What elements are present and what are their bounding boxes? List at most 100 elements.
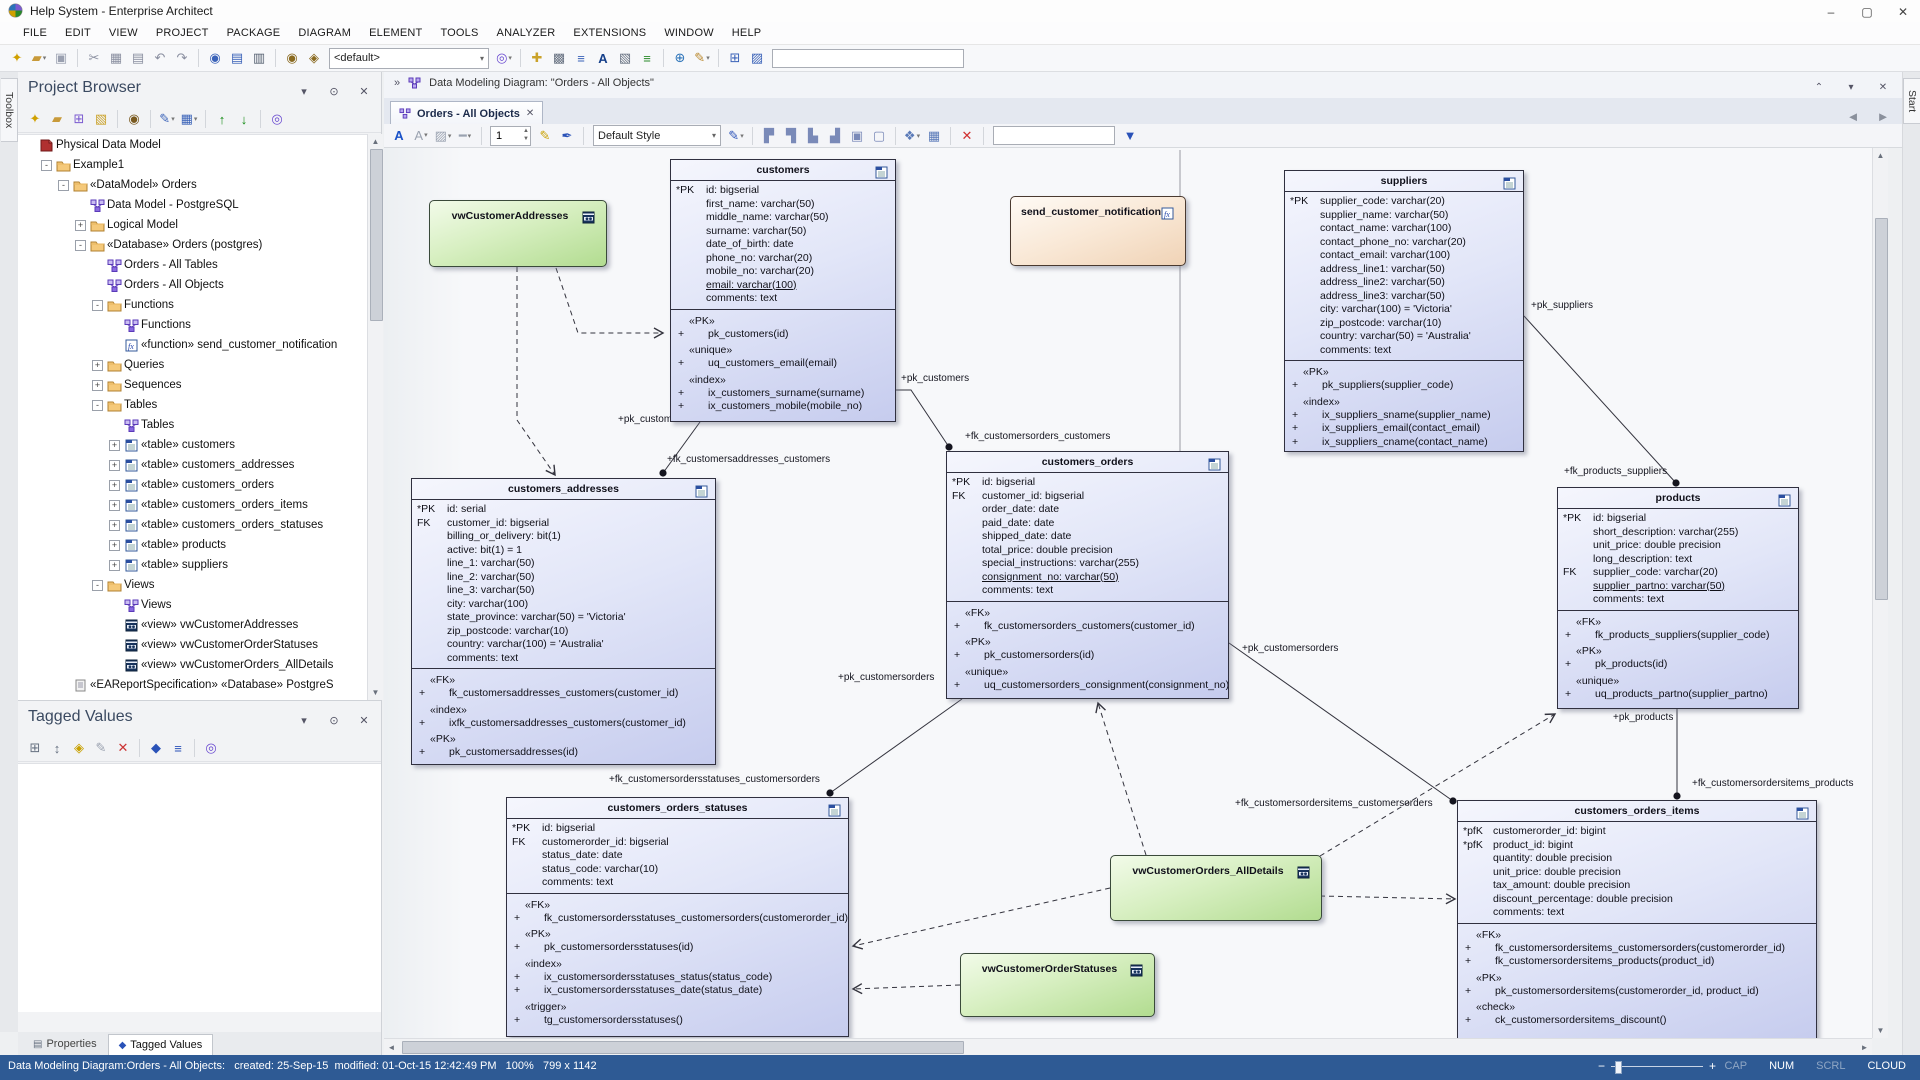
tree-item-sequences[interactable]: + Sequences (18, 375, 367, 395)
connector-label[interactable]: +fk_customersordersstatuses_customersord… (609, 774, 820, 785)
align-top-icon[interactable]: ▙ (803, 126, 823, 146)
entity-customers_orders_statuses[interactable]: customers_orders_statuses *PK id: bigseria… (506, 797, 849, 1037)
attribute-row[interactable]: country: varchar(100) = 'Australia' (412, 638, 712, 652)
tree-item-table-products[interactable]: + «table» products (18, 535, 367, 555)
operation-row[interactable]: + fk_products_suppliers(supplier_code) (1558, 629, 1796, 643)
connector-dep-vwCustomerAddresses-customers_addresses[interactable] (516, 267, 556, 477)
element-notes-icon[interactable]: ≡ (571, 48, 591, 68)
tree-item-database-orders-postgres[interactable]: - «Database» Orders (postgres) (18, 235, 367, 255)
attribute-row[interactable]: *PK supplier_code: varchar(20) (1285, 195, 1520, 209)
connector-fk_customersaddresses_customers[interactable] (659, 421, 701, 477)
tree-item-views[interactable]: Views (18, 595, 367, 615)
operation-row[interactable]: + ck_customersordersitems_discount() (1458, 1014, 1814, 1028)
tree-item-table-suppliers[interactable]: + «table» suppliers (18, 555, 367, 575)
connector-label[interactable]: +fk_customersordersitems_customersorders (1235, 798, 1433, 809)
search-project-icon[interactable]: ◉ (282, 48, 302, 68)
menu-window[interactable]: WINDOW (655, 24, 722, 42)
attribute-row[interactable]: status_code: varchar(10) (507, 863, 845, 877)
open-folder-icon[interactable]: ▰ ▾ (29, 48, 49, 68)
new-file-icon[interactable]: ✦ (7, 48, 27, 68)
entity-customers_orders[interactable]: customers_orders *PK id: bigserial FK custom… (946, 451, 1229, 699)
tag-blue-icon[interactable]: ◆ (146, 738, 166, 758)
attribute-row[interactable]: contact_name: varchar(100) (1285, 222, 1520, 236)
window-shade-icon[interactable]: ⌃ (1809, 77, 1829, 97)
redo-icon[interactable]: ↷ (172, 48, 192, 68)
operation-row[interactable]: + ix_suppliers_sname(supplier_name) (1285, 409, 1521, 423)
attribute-row[interactable]: contact_email: varchar(100) (1285, 249, 1520, 263)
expand-icon[interactable]: + (92, 379, 103, 391)
connector-label[interactable]: +pk_customers (901, 373, 969, 384)
element-grid-icon[interactable]: ▩ (549, 48, 569, 68)
diagram-properties-icon[interactable]: ▦ (924, 126, 944, 146)
copy-icon[interactable]: ▦ ▾ (179, 109, 199, 129)
delete-from-diagram-icon[interactable]: ✕ (957, 126, 977, 146)
operation-row[interactable]: + fk_customersordersitems_customersorders… (1458, 942, 1814, 956)
panel-close-icon[interactable]: ✕ (354, 710, 374, 730)
menu-element[interactable]: ELEMENT (360, 24, 431, 42)
menu-project[interactable]: PROJECT (147, 24, 218, 42)
operation-row[interactable]: + ix_suppliers_cname(contact_name) (1285, 436, 1521, 450)
connector-dep-vwCustomerOrders_AllDetails-customers_orders_items[interactable] (1319, 893, 1457, 905)
new-element-icon[interactable]: ✚ (527, 48, 547, 68)
menu-help[interactable]: HELP (723, 24, 771, 42)
package-properties-icon[interactable]: ▧ (615, 48, 635, 68)
operation-row[interactable]: + pk_suppliers(supplier_code) (1285, 379, 1521, 393)
new-package-icon[interactable]: ▰ (47, 109, 67, 129)
entity-customers_orders_items[interactable]: customers_orders_items *pfK customerorder_… (1457, 800, 1817, 1038)
attribute-row[interactable]: unit_price: double precision (1458, 866, 1813, 880)
tab-scroll-left-icon[interactable]: ◄ (1843, 106, 1863, 126)
operation-row[interactable]: + pk_customers(id) (671, 328, 893, 342)
auto-layout-icon[interactable]: ❖ ▾ (902, 126, 922, 146)
collapse-icon[interactable]: - (58, 179, 69, 191)
entity-customers_addresses[interactable]: customers_addresses *PK id: serial FK custom… (411, 478, 716, 765)
help-icon[interactable]: ◎ (267, 109, 287, 129)
attribute-row[interactable]: comments: text (1558, 593, 1795, 607)
attribute-row[interactable]: line_2: varchar(50) (412, 571, 712, 585)
edit-tag-icon[interactable]: ✎ (91, 738, 111, 758)
collapse-icon[interactable]: - (75, 239, 86, 251)
toolbar-input[interactable] (772, 48, 964, 68)
attribute-row[interactable]: comments: text (947, 584, 1225, 598)
attribute-row[interactable]: comments: text (1285, 344, 1520, 358)
operation-row[interactable]: + ix_suppliers_email(contact_email) (1285, 422, 1521, 436)
operation-row[interactable]: + fk_customersordersitems_products(produc… (1458, 955, 1814, 969)
pen-icon[interactable]: ✎ ▾ (692, 48, 712, 68)
operation-row[interactable]: + pk_products(id) (1558, 658, 1796, 672)
tree-item-tables[interactable]: Tables (18, 415, 367, 435)
operation-row[interactable]: + ix_customersordersstatuses_status(statu… (507, 971, 846, 985)
entity-vwCustomerAddresses[interactable]: vwCustomerAddresses (429, 200, 607, 267)
attribute-row[interactable]: email: varchar(100) (671, 279, 892, 293)
menu-analyzer[interactable]: ANALYZER (488, 24, 565, 42)
panel-pin-icon[interactable]: ⊙ (324, 81, 344, 101)
minimize-button-icon[interactable]: – (1821, 2, 1841, 22)
expand-icon[interactable]: + (109, 539, 120, 551)
tab-close-icon[interactable]: ✕ (526, 108, 534, 119)
operation-row[interactable]: + uq_customersorders_consignment(consignm… (947, 679, 1228, 693)
font-color-icon[interactable]: A (389, 125, 409, 145)
attribute-row[interactable]: order_date: date (947, 503, 1225, 517)
connector-label[interactable]: +pk_customersorders (1242, 643, 1338, 654)
new-model-icon[interactable]: ✦ (25, 109, 45, 129)
chevron-right-icon[interactable]: » (394, 77, 400, 89)
collapse-icon[interactable]: - (92, 299, 103, 311)
attribute-row[interactable]: surname: varchar(50) (671, 225, 892, 239)
connector-label[interactable]: +pk_customersorders (838, 672, 934, 683)
attribute-row[interactable]: first_name: varchar(50) (671, 198, 892, 212)
copy-icon[interactable]: ▦ (106, 48, 126, 68)
move-up-icon[interactable]: ↑ (212, 109, 232, 129)
tree-item-functions[interactable]: Functions (18, 315, 367, 335)
tree-item-eareportspecification-database-postgres[interactable]: «EAReportSpecification» «Database» Postg… (18, 675, 367, 695)
expand-icon[interactable]: + (109, 519, 120, 531)
attribute-row[interactable]: phone_no: varchar(20) (671, 252, 892, 266)
operation-row[interactable]: + pk_customersaddresses(id) (412, 746, 713, 760)
expand-icon[interactable]: + (75, 219, 86, 231)
tag-gold-icon[interactable]: ◈ (69, 738, 89, 758)
attribute-row[interactable]: supplier_partno: varchar(50) (1558, 580, 1795, 594)
globe-icon[interactable]: ⊕ (670, 48, 690, 68)
attribute-row[interactable]: *PK id: serial (412, 503, 712, 517)
menu-edit[interactable]: EDIT (56, 24, 100, 42)
window-close-icon[interactable]: ✕ (1873, 77, 1893, 97)
attribute-row[interactable]: quantity: double precision (1458, 852, 1813, 866)
attribute-row[interactable]: address_line2: varchar(50) (1285, 276, 1520, 290)
attribute-row[interactable]: *PK id: bigserial (507, 822, 845, 836)
